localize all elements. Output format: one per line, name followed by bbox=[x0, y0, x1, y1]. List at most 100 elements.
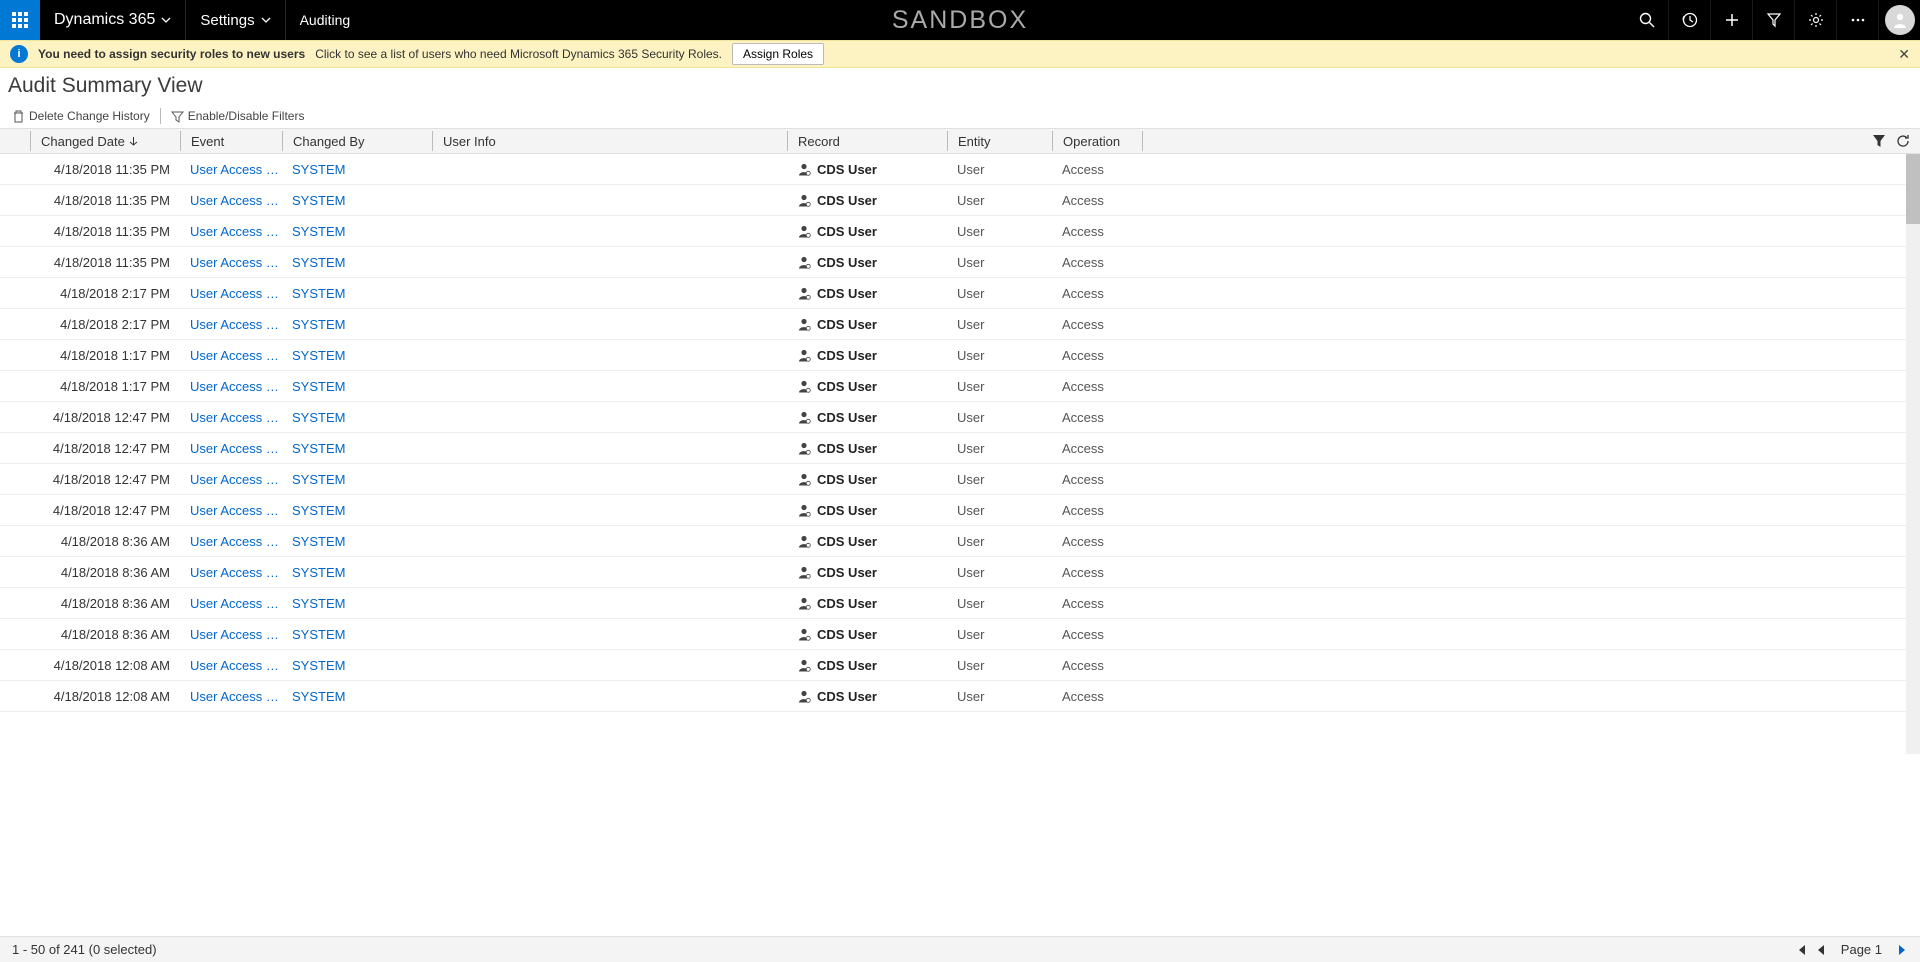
nav-brand[interactable]: Dynamics 365 bbox=[40, 0, 185, 40]
col-changed-by[interactable]: Changed By bbox=[282, 131, 432, 151]
enable-disable-filters-button[interactable]: Enable/Disable Filters bbox=[165, 109, 311, 123]
filter-button[interactable] bbox=[1752, 0, 1794, 40]
cell-changed-by-link[interactable]: SYSTEM bbox=[282, 472, 432, 487]
cell-changed-by-link[interactable]: SYSTEM bbox=[282, 286, 432, 301]
table-row[interactable]: 4/18/2018 11:35 PMUser Access v...SYSTEM… bbox=[0, 154, 1920, 185]
delete-history-button[interactable]: Delete Change History bbox=[6, 109, 156, 123]
cell-event-link[interactable]: User Access v... bbox=[180, 410, 282, 425]
cell-event-link[interactable]: User Access v... bbox=[180, 503, 282, 518]
cell-record-link[interactable]: CDS User bbox=[787, 658, 947, 673]
cell-event-link[interactable]: User Access v... bbox=[180, 286, 282, 301]
cell-record-link[interactable]: CDS User bbox=[787, 441, 947, 456]
grid-filter-button[interactable] bbox=[1872, 134, 1886, 148]
table-row[interactable]: 4/18/2018 12:47 PMUser Access v...SYSTEM… bbox=[0, 495, 1920, 526]
cell-changed-by-link[interactable]: SYSTEM bbox=[282, 348, 432, 363]
table-row[interactable]: 4/18/2018 12:08 AMUser Access v...SYSTEM… bbox=[0, 681, 1920, 712]
cell-changed-by-link[interactable]: SYSTEM bbox=[282, 193, 432, 208]
cell-record-link[interactable]: CDS User bbox=[787, 472, 947, 487]
cell-record-link[interactable]: CDS User bbox=[787, 689, 947, 704]
cell-event-link[interactable]: User Access v... bbox=[180, 379, 282, 394]
cell-changed-by-link[interactable]: SYSTEM bbox=[282, 627, 432, 642]
table-row[interactable]: 4/18/2018 11:35 PMUser Access v...SYSTEM… bbox=[0, 216, 1920, 247]
cell-changed-by-link[interactable]: SYSTEM bbox=[282, 534, 432, 549]
col-event[interactable]: Event bbox=[180, 131, 282, 151]
pager-prev-button[interactable] bbox=[1815, 943, 1827, 957]
cell-record-link[interactable]: CDS User bbox=[787, 627, 947, 642]
table-row[interactable]: 4/18/2018 12:47 PMUser Access v...SYSTEM… bbox=[0, 464, 1920, 495]
cell-record-link[interactable]: CDS User bbox=[787, 286, 947, 301]
cell-event-link[interactable]: User Access v... bbox=[180, 689, 282, 704]
cell-event-link[interactable]: User Access v... bbox=[180, 658, 282, 673]
pager-first-button[interactable] bbox=[1795, 943, 1809, 957]
cell-changed-by-link[interactable]: SYSTEM bbox=[282, 410, 432, 425]
table-row[interactable]: 4/18/2018 8:36 AMUser Access v...SYSTEMC… bbox=[0, 588, 1920, 619]
cell-event-link[interactable]: User Access v... bbox=[180, 596, 282, 611]
cell-record-link[interactable]: CDS User bbox=[787, 596, 947, 611]
cell-event-link[interactable]: User Access v... bbox=[180, 224, 282, 239]
cell-record-link[interactable]: CDS User bbox=[787, 255, 947, 270]
table-row[interactable]: 4/18/2018 12:47 PMUser Access v...SYSTEM… bbox=[0, 433, 1920, 464]
cell-record-link[interactable]: CDS User bbox=[787, 193, 947, 208]
cell-record-link[interactable]: CDS User bbox=[787, 348, 947, 363]
cell-changed-by-link[interactable]: SYSTEM bbox=[282, 317, 432, 332]
cell-changed-by-link[interactable]: SYSTEM bbox=[282, 162, 432, 177]
cell-record-link[interactable]: CDS User bbox=[787, 410, 947, 425]
cell-event-link[interactable]: User Access v... bbox=[180, 472, 282, 487]
col-operation[interactable]: Operation bbox=[1052, 131, 1142, 151]
table-row[interactable]: 4/18/2018 11:35 PMUser Access v...SYSTEM… bbox=[0, 247, 1920, 278]
cell-changed-by-link[interactable]: SYSTEM bbox=[282, 224, 432, 239]
scrollbar-thumb[interactable] bbox=[1906, 154, 1920, 224]
cell-changed-by-link[interactable]: SYSTEM bbox=[282, 596, 432, 611]
col-changed-date[interactable]: Changed Date bbox=[30, 131, 180, 151]
table-row[interactable]: 4/18/2018 8:36 AMUser Access v...SYSTEMC… bbox=[0, 619, 1920, 650]
cell-changed-by-link[interactable]: SYSTEM bbox=[282, 689, 432, 704]
table-row[interactable]: 4/18/2018 1:17 PMUser Access v...SYSTEMC… bbox=[0, 371, 1920, 402]
cell-changed-by-link[interactable]: SYSTEM bbox=[282, 565, 432, 580]
more-button[interactable] bbox=[1836, 0, 1878, 40]
cell-changed-by-link[interactable]: SYSTEM bbox=[282, 503, 432, 518]
col-entity[interactable]: Entity bbox=[947, 131, 1052, 151]
cell-changed-by-link[interactable]: SYSTEM bbox=[282, 255, 432, 270]
app-launcher-button[interactable] bbox=[0, 0, 40, 40]
nav-settings[interactable]: Settings bbox=[186, 0, 284, 40]
recent-button[interactable] bbox=[1668, 0, 1710, 40]
search-button[interactable] bbox=[1626, 0, 1668, 40]
cell-event-link[interactable]: User Access v... bbox=[180, 441, 282, 456]
table-row[interactable]: 4/18/2018 11:35 PMUser Access v...SYSTEM… bbox=[0, 185, 1920, 216]
table-row[interactable]: 4/18/2018 8:36 AMUser Access v...SYSTEMC… bbox=[0, 557, 1920, 588]
cell-event-link[interactable]: User Access v... bbox=[180, 255, 282, 270]
cell-record-link[interactable]: CDS User bbox=[787, 534, 947, 549]
cell-record-link[interactable]: CDS User bbox=[787, 379, 947, 394]
table-row[interactable]: 4/18/2018 2:17 PMUser Access v...SYSTEMC… bbox=[0, 278, 1920, 309]
grid-refresh-button[interactable] bbox=[1896, 134, 1910, 148]
new-button[interactable] bbox=[1710, 0, 1752, 40]
cell-event-link[interactable]: User Access v... bbox=[180, 565, 282, 580]
notification-close-button[interactable]: ✕ bbox=[1898, 46, 1910, 63]
table-row[interactable]: 4/18/2018 1:17 PMUser Access v...SYSTEMC… bbox=[0, 340, 1920, 371]
cell-record-link[interactable]: CDS User bbox=[787, 503, 947, 518]
cell-record-link[interactable]: CDS User bbox=[787, 565, 947, 580]
settings-button[interactable] bbox=[1794, 0, 1836, 40]
assign-roles-button[interactable]: Assign Roles bbox=[732, 43, 824, 65]
cell-changed-by-link[interactable]: SYSTEM bbox=[282, 379, 432, 394]
cell-event-link[interactable]: User Access v... bbox=[180, 348, 282, 363]
cell-record-link[interactable]: CDS User bbox=[787, 224, 947, 239]
cell-event-link[interactable]: User Access v... bbox=[180, 193, 282, 208]
cell-event-link[interactable]: User Access v... bbox=[180, 534, 282, 549]
pager-next-button[interactable] bbox=[1896, 943, 1908, 957]
nav-auditing[interactable]: Auditing bbox=[286, 0, 365, 40]
col-record[interactable]: Record bbox=[787, 131, 947, 151]
cell-changed-by-link[interactable]: SYSTEM bbox=[282, 658, 432, 673]
cell-record-link[interactable]: CDS User bbox=[787, 162, 947, 177]
cell-event-link[interactable]: User Access v... bbox=[180, 162, 282, 177]
table-row[interactable]: 4/18/2018 8:36 AMUser Access v...SYSTEMC… bbox=[0, 526, 1920, 557]
cell-record-link[interactable]: CDS User bbox=[787, 317, 947, 332]
table-row[interactable]: 4/18/2018 2:17 PMUser Access v...SYSTEMC… bbox=[0, 309, 1920, 340]
user-menu[interactable] bbox=[1878, 0, 1920, 40]
cell-changed-by-link[interactable]: SYSTEM bbox=[282, 441, 432, 456]
cell-event-link[interactable]: User Access v... bbox=[180, 317, 282, 332]
table-row[interactable]: 4/18/2018 12:47 PMUser Access v...SYSTEM… bbox=[0, 402, 1920, 433]
vertical-scrollbar[interactable] bbox=[1906, 154, 1920, 754]
col-user-info[interactable]: User Info bbox=[432, 131, 787, 151]
table-row[interactable]: 4/18/2018 12:08 AMUser Access v...SYSTEM… bbox=[0, 650, 1920, 681]
